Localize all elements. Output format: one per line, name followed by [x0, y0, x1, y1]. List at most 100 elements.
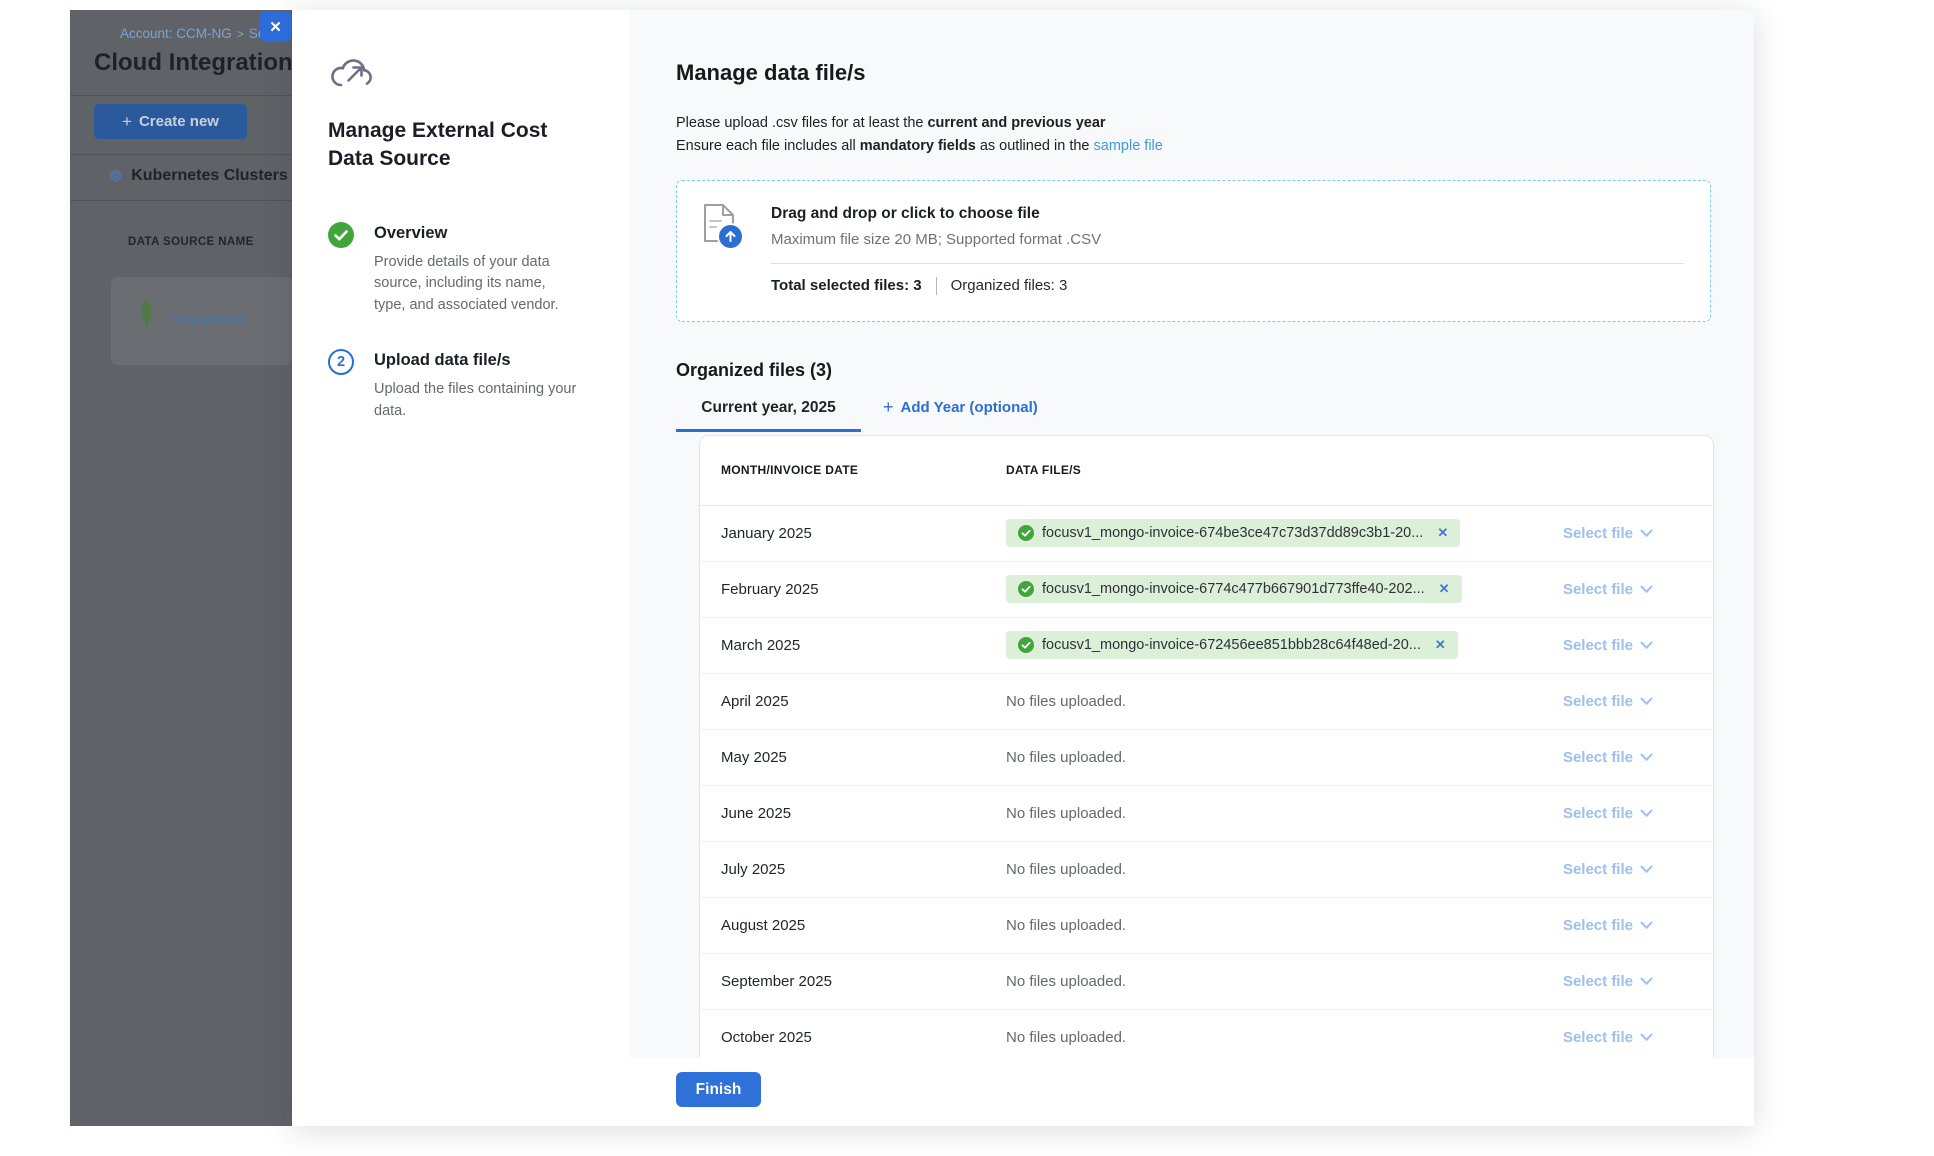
organized-files-count: Organized files: 3 [951, 277, 1068, 294]
table-row: February 2025 focusv1_mongo-invoice-6774… [700, 562, 1713, 618]
create-new-button[interactable]: + Create new [94, 104, 247, 139]
tab-current-year[interactable]: Current year, 2025 [676, 399, 861, 432]
close-icon[interactable]: ✕ [260, 11, 291, 42]
background-page: Account: CCM-NG>Set Cloud Integration + … [70, 10, 292, 1126]
chevron-down-icon [1640, 921, 1653, 930]
divider [936, 277, 937, 295]
no-files-text: No files uploaded. [1006, 693, 1126, 710]
finish-button[interactable]: Finish [676, 1072, 761, 1107]
wizard-title: Manage External Cost Data Source [328, 117, 578, 174]
no-files-text: No files uploaded. [1006, 749, 1126, 766]
chevron-down-icon [1640, 977, 1653, 986]
breadcrumb[interactable]: Account: CCM-NG>Set [120, 26, 269, 41]
step-upload-data-files[interactable]: 2 Upload data file/s Upload the files co… [328, 349, 630, 423]
month-label: October 2025 [721, 1029, 1006, 1046]
month-label: May 2025 [721, 749, 1006, 766]
files-column-header: DATA FILE/S [1006, 463, 1081, 477]
file-chip-name: focusv1_mongo-invoice-674be3ce47c73d37dd… [1042, 525, 1423, 541]
select-file-label: Select file [1563, 861, 1633, 878]
select-file-label: Select file [1563, 1029, 1633, 1046]
table-row: March 2025 focusv1_mongo-invoice-672456e… [700, 618, 1713, 674]
table-row: January 2025 focusv1_mongo-invoice-674be… [700, 506, 1713, 562]
select-file-label: Select file [1563, 749, 1633, 766]
remove-file-icon[interactable]: ✕ [1435, 637, 1446, 653]
select-file-label: Select file [1563, 693, 1633, 710]
upload-instructions: Please upload .csv files for at least th… [676, 112, 1711, 158]
chevron-down-icon [1640, 753, 1653, 762]
select-file-dropdown[interactable]: Select file [1563, 581, 1653, 598]
select-file-dropdown[interactable]: Select file [1563, 637, 1653, 654]
select-file-dropdown[interactable]: Select file [1563, 861, 1653, 878]
select-file-dropdown[interactable]: Select file [1563, 1029, 1653, 1046]
month-table-body: January 2025 focusv1_mongo-invoice-674be… [700, 506, 1713, 1058]
data-source-row[interactable]: test-jbisht [111, 277, 292, 365]
table-row: September 2025 No files uploaded. Select… [700, 954, 1713, 1010]
add-year-button[interactable]: + Add Year (optional) [883, 397, 1038, 432]
select-file-dropdown[interactable]: Select file [1563, 693, 1653, 710]
step-overview[interactable]: Overview Provide details of your data so… [328, 222, 630, 317]
step-upload-label: Upload data file/s [374, 351, 579, 370]
step-complete-check-icon [328, 222, 354, 248]
file-chip: focusv1_mongo-invoice-672456ee851bbb28c6… [1006, 631, 1458, 659]
select-file-dropdown[interactable]: Select file [1563, 749, 1653, 766]
tab-kubernetes-clusters[interactable]: ☸ Kubernetes Clusters [108, 167, 288, 185]
month-label: January 2025 [721, 525, 1006, 542]
month-label: April 2025 [721, 693, 1006, 710]
chevron-down-icon [1640, 585, 1653, 594]
chevron-down-icon [1640, 641, 1653, 650]
organized-files-heading: Organized files (3) [676, 360, 1711, 381]
kubernetes-icon: ☸ [108, 168, 123, 185]
remove-file-icon[interactable]: ✕ [1439, 581, 1450, 597]
tab-kubernetes-label: Kubernetes Clusters [131, 167, 288, 185]
plus-icon: + [122, 112, 132, 132]
page-title: Cloud Integration [94, 49, 292, 77]
table-row: May 2025 No files uploaded. Select file [700, 730, 1713, 786]
select-file-dropdown[interactable]: Select file [1563, 917, 1653, 934]
select-file-label: Select file [1563, 805, 1633, 822]
select-file-dropdown[interactable]: Select file [1563, 973, 1653, 990]
data-source-link[interactable]: test-jbisht [173, 311, 245, 328]
table-row: June 2025 No files uploaded. Select file [700, 786, 1713, 842]
file-uploaded-check-icon [1018, 581, 1034, 597]
chevron-down-icon [1640, 865, 1653, 874]
breadcrumb-separator: > [237, 27, 244, 41]
sample-file-link[interactable]: sample file [1094, 138, 1163, 154]
file-dropzone[interactable]: Drag and drop or click to choose file Ma… [676, 180, 1711, 322]
dropzone-subtitle: Maximum file size 20 MB; Supported forma… [771, 231, 1101, 248]
file-chip: focusv1_mongo-invoice-674be3ce47c73d37dd… [1006, 519, 1460, 547]
month-files-table: MONTH/INVOICE DATE DATA FILE/S January 2… [699, 435, 1714, 1058]
chevron-down-icon [1640, 1033, 1653, 1042]
upload-file-icon [703, 203, 747, 253]
wizard-steps-panel: Manage External Cost Data Source Overvie… [292, 10, 630, 1058]
cloud-export-icon [328, 55, 372, 93]
month-label: July 2025 [721, 861, 1006, 878]
table-row: July 2025 No files uploaded. Select file [700, 842, 1713, 898]
total-selected-files: Total selected files: 3 [771, 277, 922, 294]
upload-arrow-badge-icon [717, 223, 744, 250]
select-file-dropdown[interactable]: Select file [1563, 525, 1653, 542]
month-label: June 2025 [721, 805, 1006, 822]
no-files-text: No files uploaded. [1006, 917, 1126, 934]
select-file-dropdown[interactable]: Select file [1563, 805, 1653, 822]
month-column-header: MONTH/INVOICE DATE [721, 463, 1006, 477]
breadcrumb-account-link[interactable]: Account: CCM-NG [120, 26, 232, 41]
file-chip: focusv1_mongo-invoice-6774c477b667901d77… [1006, 575, 1462, 603]
divider [70, 200, 292, 201]
step-overview-description: Provide details of your data source, inc… [374, 252, 579, 317]
divider [70, 154, 292, 155]
month-label: March 2025 [721, 637, 1006, 654]
no-files-text: No files uploaded. [1006, 805, 1126, 822]
file-totals: Total selected files: 3 Organized files:… [771, 264, 1684, 295]
remove-file-icon[interactable]: ✕ [1437, 525, 1448, 541]
instruction-line-1: Please upload .csv files for at least th… [676, 112, 1711, 135]
month-label: February 2025 [721, 581, 1006, 598]
select-file-label: Select file [1563, 637, 1633, 654]
step-upload-description: Upload the files containing your data. [374, 379, 579, 423]
divider [70, 95, 292, 96]
file-uploaded-check-icon [1018, 525, 1034, 541]
month-label: September 2025 [721, 973, 1006, 990]
panel-title: Manage data file/s [676, 60, 1711, 86]
table-row: August 2025 No files uploaded. Select fi… [700, 898, 1713, 954]
select-file-label: Select file [1563, 581, 1633, 598]
manage-cost-data-drawer: Manage External Cost Data Source Overvie… [292, 10, 1754, 1126]
